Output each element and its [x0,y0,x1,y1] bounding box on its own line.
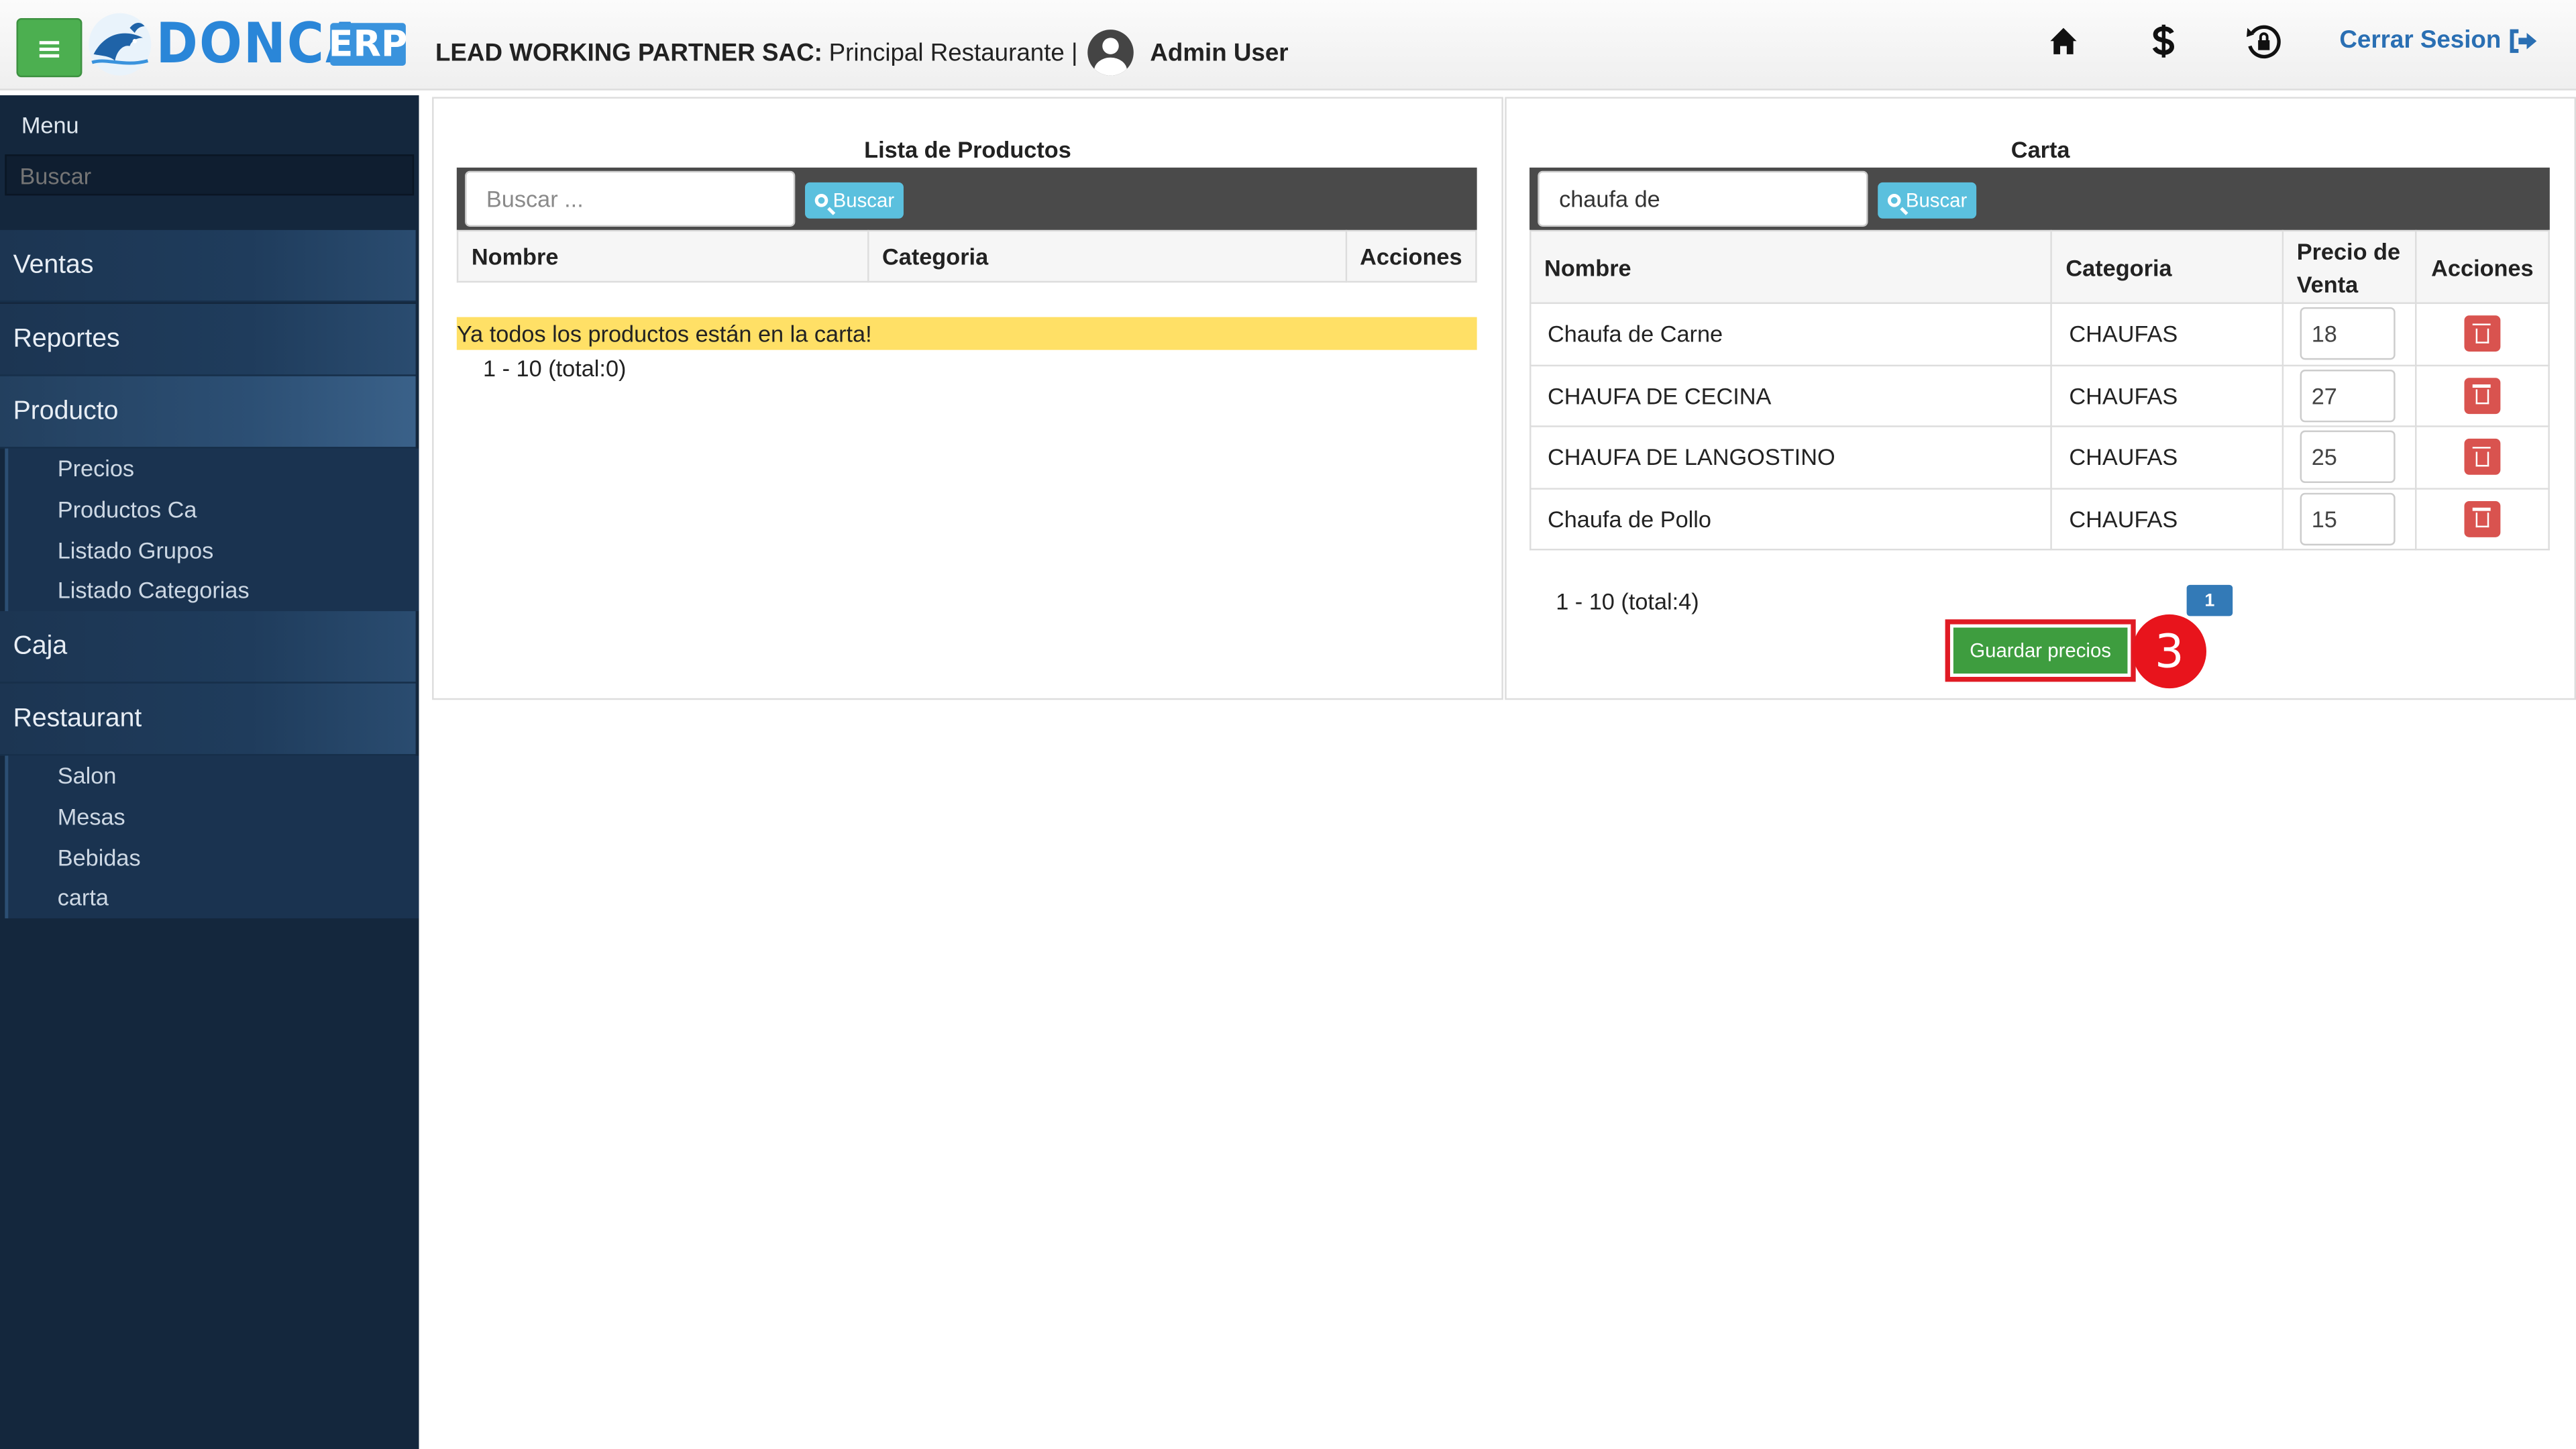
producto-submenu: Precios Productos Ca Listado Grupos List… [5,448,419,611]
hamburger-icon [39,40,60,57]
delete-button[interactable] [2464,377,2501,414]
price-input[interactable] [2300,492,2396,545]
products-search-button[interactable]: Buscar [805,182,904,219]
products-table: Nombre Categoria Acciones [456,229,1477,283]
row-categoria: CHAUFAS [2051,302,2284,366]
carta-pager-text: 1 - 10 (total:4) [1556,588,1699,614]
sidebar-item-salon[interactable]: Salon [8,756,419,796]
menu-toggle-button[interactable] [16,17,83,78]
trash-icon [2472,323,2491,343]
carta-search-button[interactable]: Buscar [1878,182,1978,219]
company-info: LEAD WORKING PARTNER SAC: Principal Rest… [435,30,1295,76]
carta-panel-title: Carta [2010,136,2070,163]
price-input[interactable] [2300,307,2396,360]
row-categoria: CHAUFAS [2051,364,2284,427]
price-input[interactable] [2300,369,2396,422]
lock-rotate-icon[interactable] [2244,23,2284,62]
price-input[interactable] [2300,431,2396,484]
products-search-input[interactable] [465,170,796,227]
trash-icon [2472,384,2491,405]
row-nombre: Chaufa de Pollo [1529,487,2053,551]
search-icon [1887,193,1901,207]
sidebar-item-precios[interactable]: Precios [8,449,419,489]
sidebar-item-productos-carta[interactable]: Productos Ca [8,489,419,529]
save-prices-highlight: Guardar precios [1945,619,2136,682]
table-row: Chaufa de Pollo CHAUFAS [1529,487,2550,551]
products-panel-title: Lista de Productos [864,136,1071,163]
logo-erp-badge: ERP [328,23,408,66]
carta-search-input[interactable] [1538,170,1868,227]
delete-button[interactable] [2464,500,2501,537]
sidebar-item-reportes[interactable]: Reportes [0,304,416,376]
products-table-header: Nombre Categoria Acciones [456,229,1477,283]
col-nombre[interactable]: Nombre [456,229,869,283]
logo: DONCA ERP [87,10,407,79]
row-categoria: CHAUFAS [2051,425,2284,489]
save-prices-button[interactable]: Guardar precios [1953,627,2128,674]
trash-icon [2472,446,2491,466]
sidebar-title: Menu [21,111,79,138]
sidebar-item-listado-grupos[interactable]: Listado Grupos [8,529,419,570]
dollar-icon[interactable] [2151,23,2177,59]
table-row: CHAUFA DE LANGOSTINO CHAUFAS [1529,425,2550,489]
sign-out-icon [2510,28,2538,52]
sidebar-item-mesas[interactable]: Mesas [8,796,419,837]
sidebar-item-bebidas[interactable]: Bebidas [8,837,419,877]
col-acciones: Acciones [1345,229,1477,283]
products-search-button-label: Buscar [833,189,895,212]
delete-button[interactable] [2464,315,2501,352]
sidebar-item-producto[interactable]: Producto [0,376,416,449]
user-name: Admin User [1150,38,1289,67]
carta-search-bar: Buscar [1529,167,2550,230]
col-nombre[interactable]: Nombre [1529,229,2053,305]
logout-button[interactable]: Cerrar Sesion [2339,26,2538,54]
trash-icon [2472,508,2491,528]
col-categoria[interactable]: Categoria [2051,229,2284,305]
row-nombre: CHAUFA DE LANGOSTINO [1529,425,2053,489]
sidebar-item-listado-categorias[interactable]: Listado Categorias [8,570,419,610]
sidebar-item-restaurant[interactable]: Restaurant [0,683,416,756]
dolphin-logo-icon [89,13,152,76]
col-categoria[interactable]: Categoria [867,229,1347,283]
pagination-page-1[interactable]: 1 [2186,584,2233,616]
sidebar: Menu Ventas Reportes Producto Precios Pr… [0,95,419,1449]
top-navbar: DONCA ERP LEAD WORKING PARTNER SAC: Prin… [0,0,2576,91]
sidebar-item-carta[interactable]: carta [8,877,419,918]
step-marker: 3 [2132,614,2207,689]
branch-name: Principal Restaurante | [828,38,1078,67]
table-row: Chaufa de Carne CHAUFAS [1529,302,2550,366]
sidebar-item-caja[interactable]: Caja [0,611,416,684]
carta-table: Nombre Categoria Precio de Venta Accione… [1529,229,2550,551]
products-search-bar: Buscar [456,167,1477,230]
carta-table-header: Nombre Categoria Precio de Venta Accione… [1529,229,2550,305]
row-nombre: CHAUFA DE CECINA [1529,364,2053,427]
table-row: CHAUFA DE CECINA CHAUFAS [1529,364,2550,427]
row-nombre: Chaufa de Carne [1529,302,2053,366]
empty-products-alert: Ya todos los productos están en la carta… [456,317,1477,350]
sidebar-search-input[interactable] [5,154,415,196]
col-precio-venta[interactable]: Precio de Venta [2282,229,2417,305]
delete-button[interactable] [2464,439,2501,476]
logout-label: Cerrar Sesion [2339,26,2502,54]
home-icon[interactable] [2049,26,2078,56]
search-icon [814,193,828,207]
company-name: LEAD WORKING PARTNER SAC: [435,38,822,67]
carta-search-button-label: Buscar [1905,189,1968,212]
user-avatar-icon [1087,30,1134,76]
products-pager-text: 1 - 10 (total:0) [483,354,627,382]
col-acciones: Acciones [2414,229,2550,305]
sidebar-item-ventas[interactable]: Ventas [0,229,416,303]
row-categoria: CHAUFAS [2051,487,2284,551]
restaurant-submenu: Salon Mesas Bebidas carta [5,755,419,918]
